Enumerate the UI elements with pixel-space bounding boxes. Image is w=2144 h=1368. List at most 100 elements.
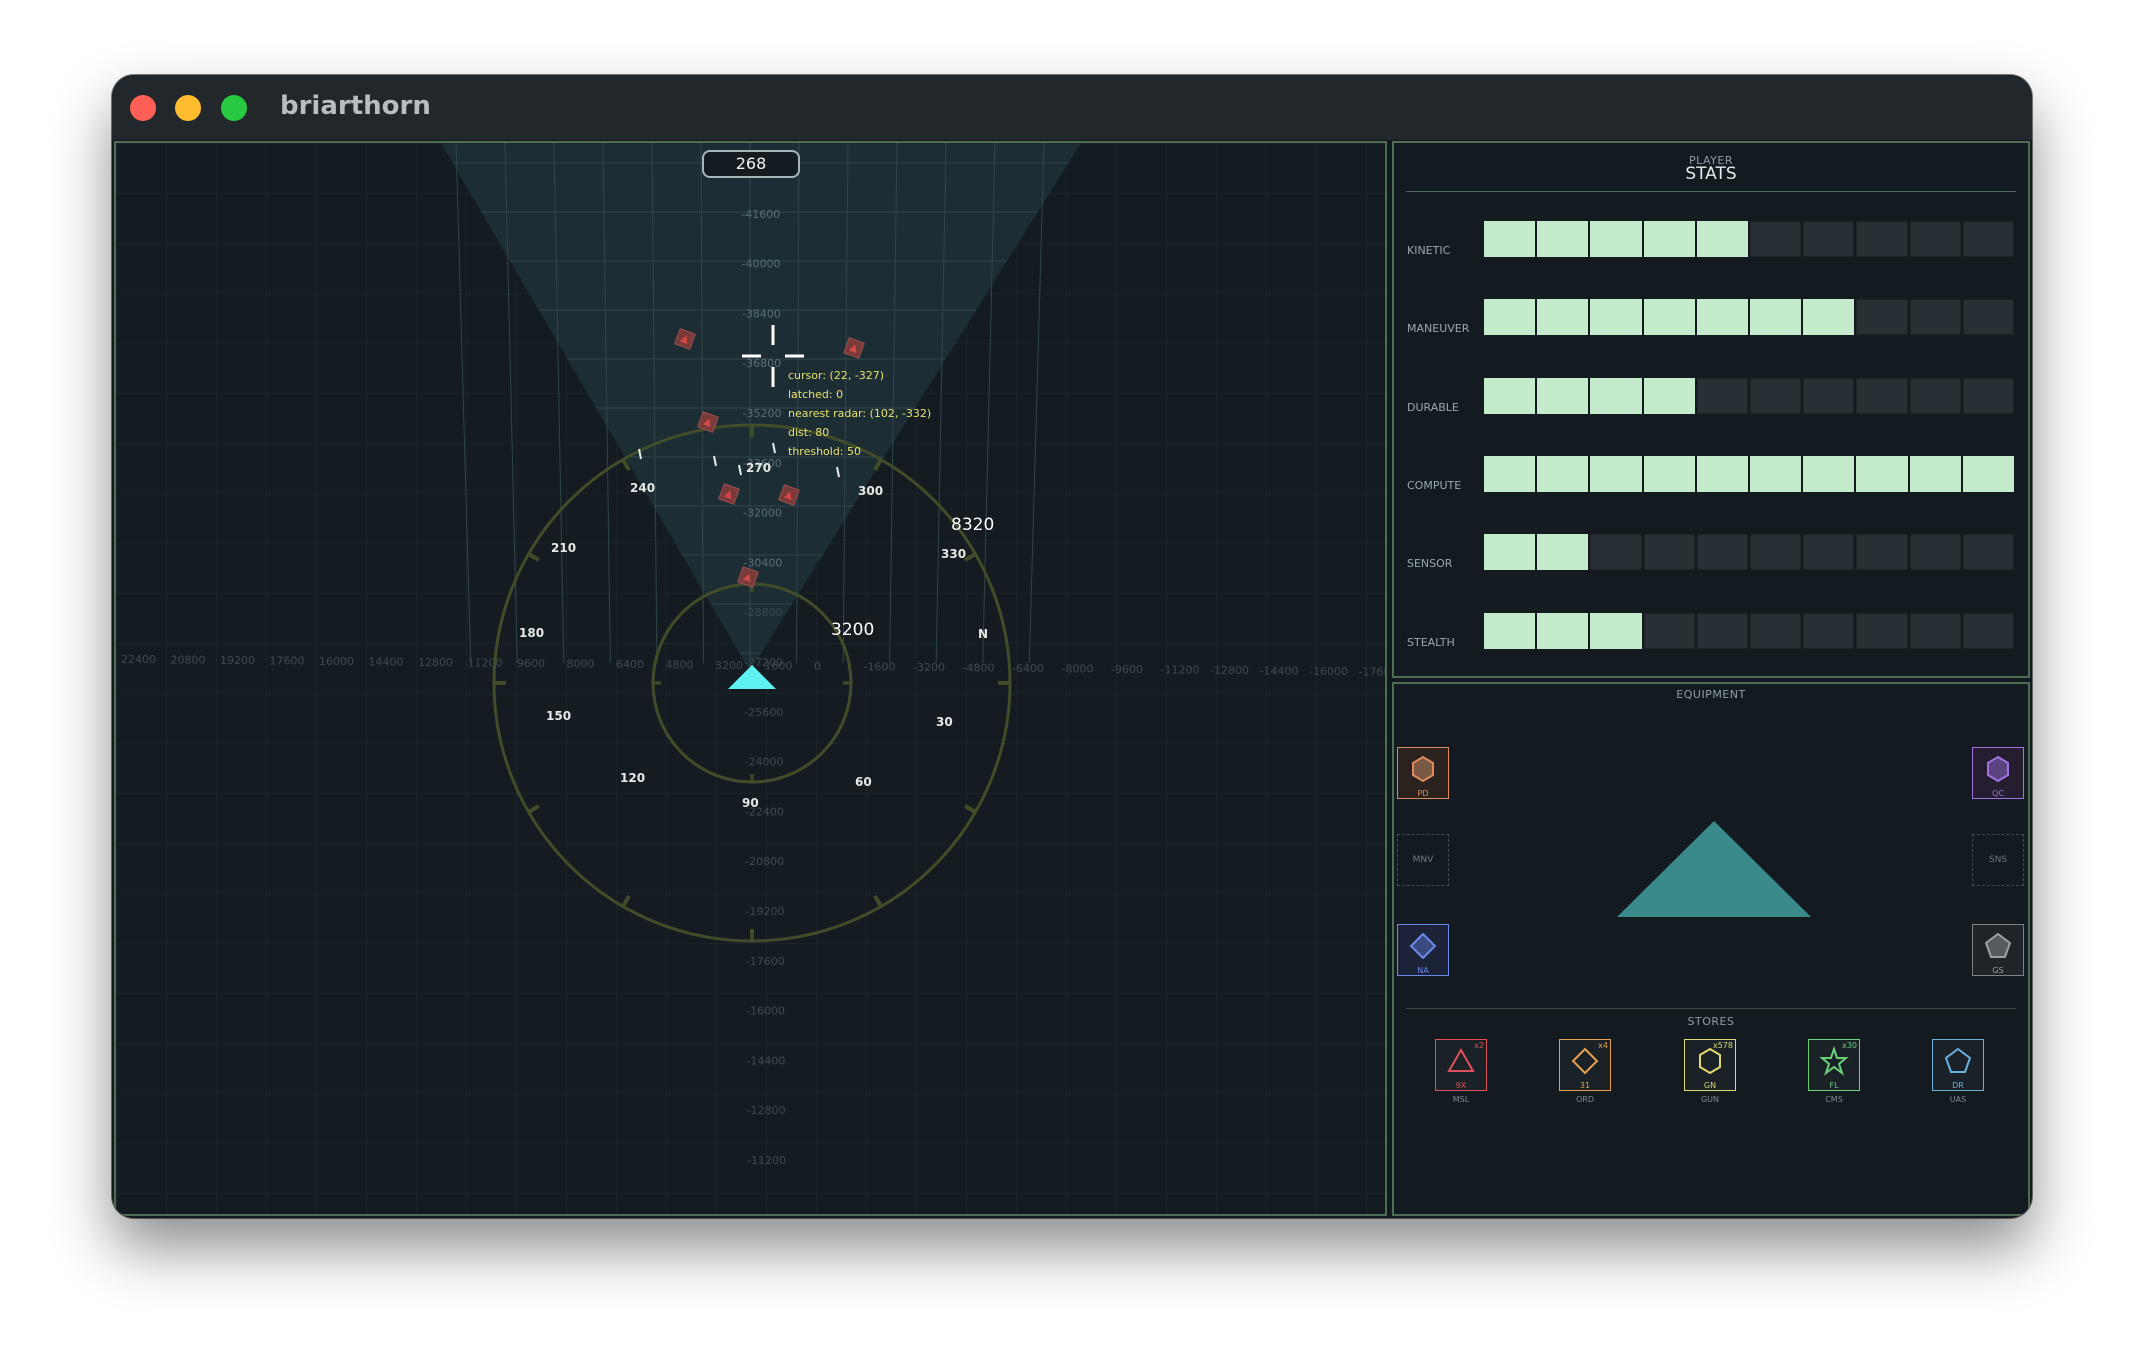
hexagon-icon (1412, 755, 1434, 783)
stat-label-maneuver: MANEUVER (1407, 322, 1470, 335)
grid-label: 9600 (517, 657, 545, 670)
bearing-label-120: 120 (620, 771, 646, 785)
stat-bar-compute (1484, 456, 2015, 492)
stat-segment (1962, 299, 2015, 335)
debug-dist: dist: 80 (788, 426, 830, 439)
zoom-button[interactable] (221, 95, 247, 121)
grid-label: -16000 (1309, 665, 1348, 678)
grid-label: -35200 (743, 407, 782, 420)
stat-bar-durable (1484, 378, 2015, 414)
grid-labels-vertical: -43200-41600-40000-38400-36800-35200-336… (741, 158, 786, 1167)
store-slot-cms[interactable]: FL x30 (1808, 1039, 1860, 1091)
stat-segment (1696, 299, 1749, 335)
equip-slot-gs[interactable]: GS (1972, 924, 2024, 976)
grid-label: -25600 (744, 706, 783, 719)
grid-label: -32000 (743, 507, 782, 520)
debug-nearest-radar: nearest radar: (102, -332) (788, 407, 932, 420)
equip-slot-mnv[interactable]: MNV (1397, 834, 1449, 886)
equip-slot-label: QC (1992, 789, 2004, 798)
stat-segment (1856, 221, 1908, 257)
bearing-label-270: 270 (746, 461, 772, 475)
store-label: GN (1703, 1081, 1717, 1090)
debug-threshold: threshold: 50 (788, 445, 862, 458)
stat-segment (1643, 456, 1695, 492)
equip-slot-pd[interactable]: PD (1397, 747, 1449, 799)
diamond-icon (1571, 1047, 1599, 1075)
stat-label-sensor: SENSOR (1407, 557, 1453, 570)
minimize-button[interactable] (175, 95, 201, 121)
store-slot-uas[interactable]: DR (1932, 1039, 1984, 1091)
stat-segment (1962, 456, 2015, 492)
stat-segment (1590, 378, 1642, 414)
equipment-title: EQUIPMENT (1676, 688, 1746, 701)
stat-segment (1750, 534, 1802, 570)
grid-label: -12800 (747, 1104, 786, 1117)
bearing-label-240: 240 (630, 481, 656, 495)
stat-label-stealth: STEALTH (1407, 636, 1455, 649)
stat-segment (1909, 378, 1961, 414)
close-button[interactable] (130, 95, 156, 121)
stat-segment (1643, 378, 1695, 414)
stat-segment (1803, 221, 1855, 257)
equip-slot-label: GS (1992, 966, 2004, 975)
stat-segment (1909, 613, 1961, 649)
store-count: x30 (1842, 1041, 1857, 1050)
radar-panel[interactable]: 22400 20800 19200 17600 16000 14400 12800 11200… (114, 141, 1387, 1216)
grid-label: -8000 (1062, 663, 1094, 676)
grid-label: -40000 (742, 258, 781, 271)
store-label: 9X (1455, 1081, 1467, 1090)
stat-segment (1856, 613, 1908, 649)
stat-segment (1590, 534, 1642, 570)
stat-segment (1590, 456, 1642, 492)
store-count: x578 (1712, 1041, 1733, 1050)
equip-slot-label: PD (1417, 789, 1429, 798)
grid-label: -19200 (746, 905, 785, 918)
store-caption: CMS (1825, 1095, 1843, 1104)
store-caption: UAS (1949, 1095, 1967, 1104)
bearing-label-330: 330 (941, 547, 967, 561)
grid-label: 16000 (319, 655, 354, 668)
stat-segment (1909, 456, 1961, 492)
stores-title: STORES (1687, 1015, 1735, 1028)
outer-range-label: 8320 (951, 515, 995, 535)
grid-label: -12800 (1210, 664, 1249, 677)
stat-segment (1643, 613, 1695, 649)
store-slot-gun[interactable]: GN x578 (1684, 1039, 1736, 1091)
stat-segment (1856, 456, 1908, 492)
stat-segment (1590, 221, 1642, 257)
stat-segment (1696, 534, 1749, 570)
store-slot-msl[interactable]: 9X x2 (1435, 1039, 1487, 1091)
ship-silhouette-icon (1617, 821, 1811, 917)
grid-label: 11200 (468, 657, 503, 670)
store-count: x4 (1598, 1041, 1608, 1050)
store-slot-ord[interactable]: 31 x4 (1559, 1039, 1611, 1091)
grid-label: 20800 (171, 654, 206, 667)
stores-divider (1406, 1008, 2016, 1009)
grid-label: -11200 (1161, 664, 1200, 677)
stat-bar-kinetic (1484, 221, 2015, 257)
stat-segment (1750, 378, 1802, 414)
equip-slot-qc[interactable]: QC (1972, 747, 2024, 799)
grid-label: -38400 (742, 307, 781, 320)
equip-slot-label: NA (1417, 966, 1429, 975)
bearing-label-300: 300 (858, 484, 884, 498)
equip-slot-sns[interactable]: SNS (1972, 834, 2024, 886)
grid-label: -14400 (746, 1054, 785, 1067)
stat-segment (1484, 456, 1536, 492)
equip-slot-label: MNV (1412, 855, 1434, 865)
star-icon (1819, 1046, 1849, 1076)
equip-slot-na[interactable]: NA (1397, 924, 1449, 976)
stat-segment (1537, 299, 1589, 335)
stat-segment (1537, 456, 1589, 492)
grid-label: -17600 (1359, 666, 1388, 679)
stat-segment (1696, 456, 1749, 492)
triangle-icon (1447, 1047, 1475, 1072)
pentagon-icon (1944, 1047, 1972, 1073)
radar-scope[interactable]: 22400 20800 19200 17600 16000 14400 12800 11200… (116, 143, 1387, 1216)
hexagon-icon (1699, 1047, 1721, 1075)
grid-label: -30400 (743, 556, 782, 569)
store-label: 31 (1579, 1081, 1591, 1090)
stat-bar-maneuver (1484, 299, 2015, 335)
stat-segment (1537, 378, 1589, 414)
stat-segment (1537, 534, 1589, 570)
